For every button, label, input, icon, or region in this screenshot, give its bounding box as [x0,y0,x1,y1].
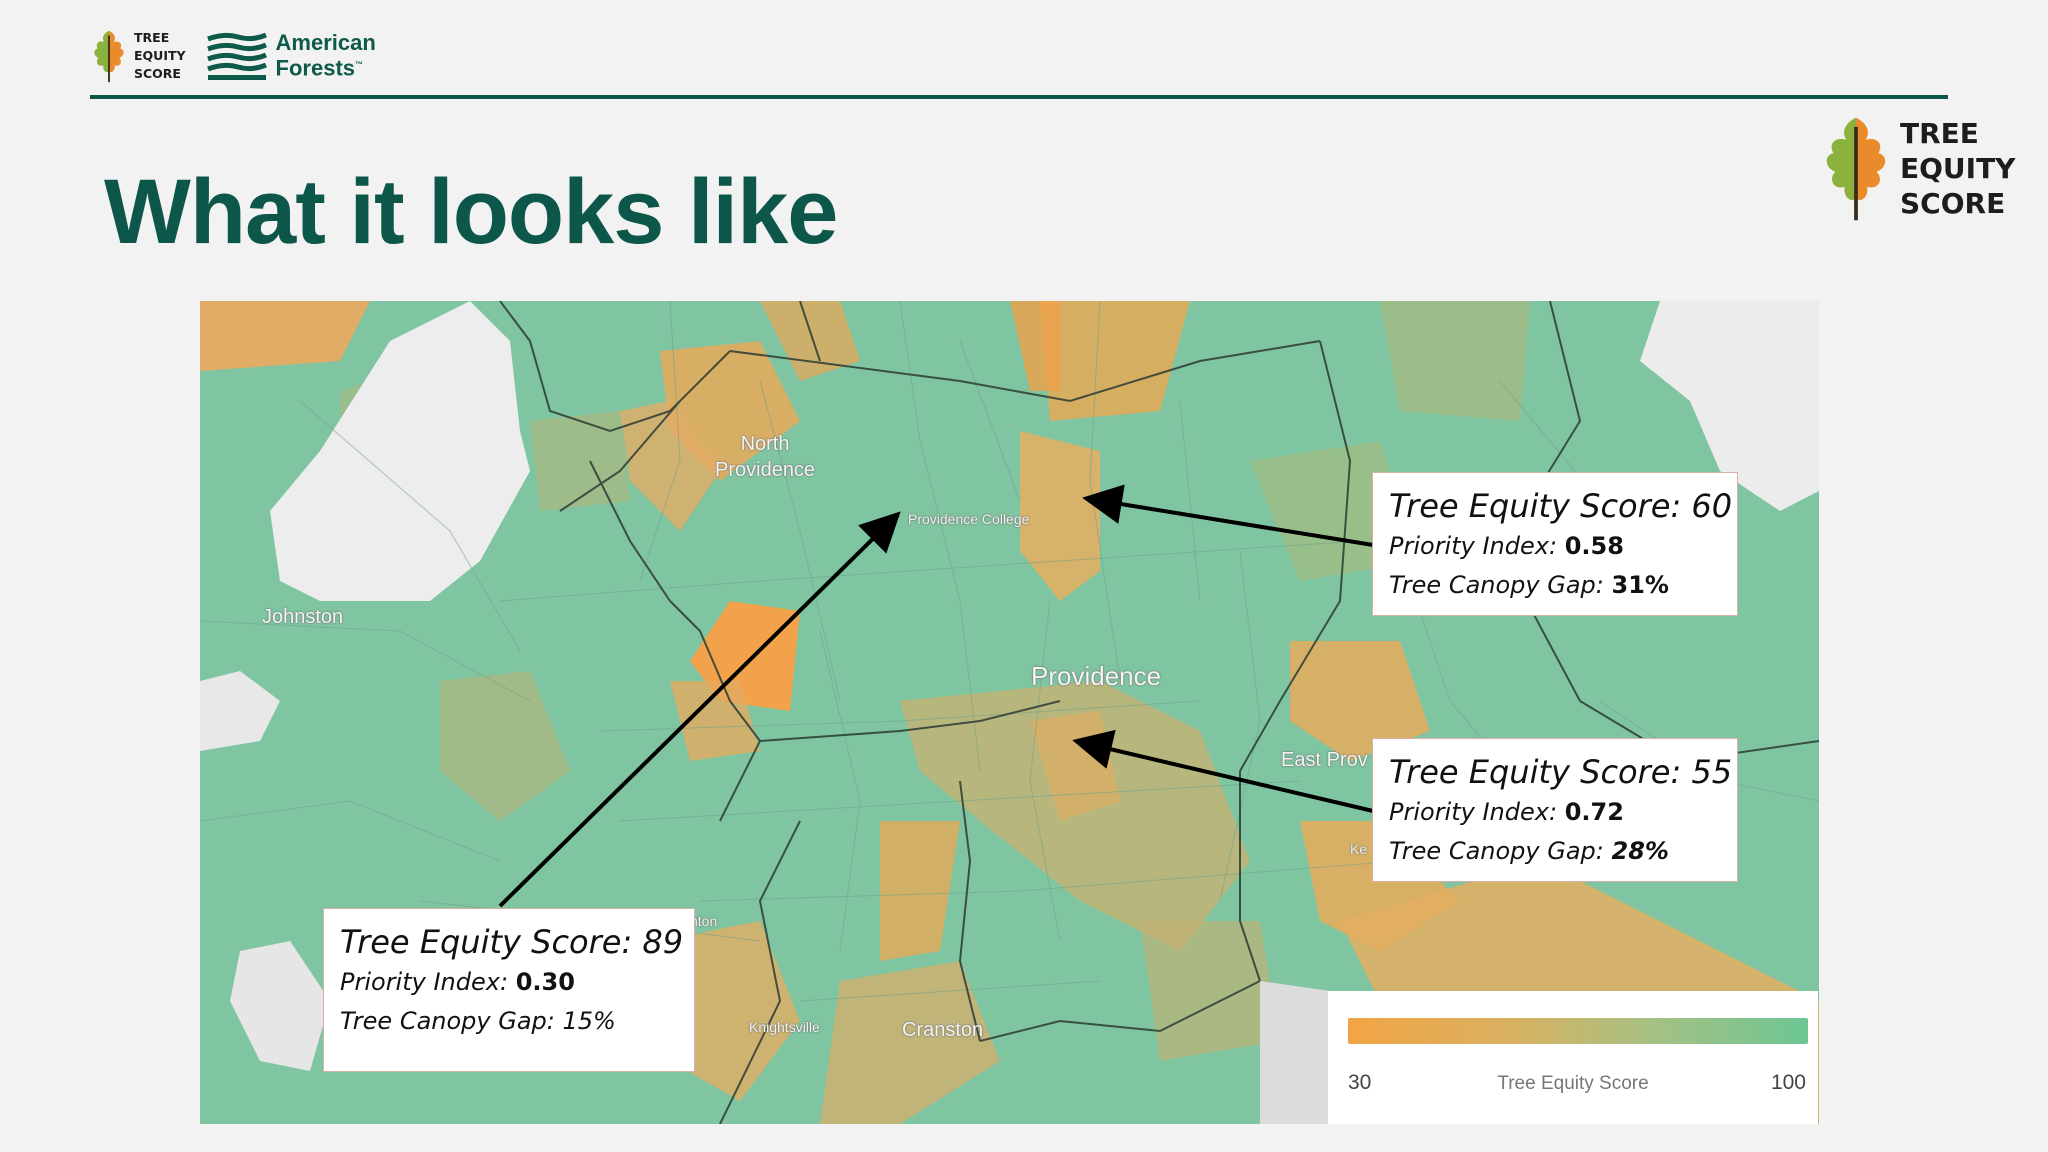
map-label-kent: Ke [1350,841,1368,857]
map-label-cranston: Cranston [902,1019,984,1041]
small-logo-line-1: TREE [134,30,170,45]
priority-label: Priority Index: [1389,798,1558,826]
legend-title: Tree Equity Score [1497,1073,1649,1094]
callout-priority-line: Priority Index: 0.58 [1389,527,1721,566]
score-value: 55 [1691,753,1733,791]
gap-label: Tree Canopy Gap: [340,1007,555,1035]
map-legend: 30 Tree Equity Score 100 [1328,991,1818,1124]
brand-line-1: American [275,30,376,56]
oak-leaf-icon [94,30,124,83]
callout-priority-line: Priority Index: 0.72 [1389,793,1721,832]
legend-gradient-bar [1348,1018,1808,1044]
score-value: 89 [642,923,684,961]
map-label-providence-suburb: Providence [715,459,816,481]
callout-gap-line: Tree Canopy Gap: 31% [1389,566,1721,605]
map-label-knightsville: Knightsville [749,1019,820,1035]
brand-trademark: ™ [355,60,364,70]
slide-title: What it looks like [104,161,838,263]
gap-value: 28% [1611,837,1669,865]
priority-label: Priority Index: [1389,532,1558,560]
gap-label: Tree Canopy Gap: [1389,571,1604,599]
tree-lines-icon [206,32,267,80]
gap-value: 15% [562,1007,616,1035]
large-logo-line-2: EQUITY [1900,151,2016,185]
map-label-providence: Providence [1031,661,1162,691]
callout-gap-line: Tree Canopy Gap: 28% [1389,832,1721,871]
priority-value: 0.30 [515,968,575,996]
header-logos: TREE EQUITY SCORE American Forests™ [90,24,376,88]
legend-max: 100 [1770,1071,1806,1094]
map-label-north-providence: North Providence [715,431,815,483]
callout-priority-line: Priority Index: 0.30 [340,963,678,1002]
callout-score-line: Tree Equity Score: 60 [1389,485,1732,527]
callout-score-line: Tree Equity Score: 55 [1389,751,1732,793]
priority-label: Priority Index: [340,968,509,996]
priority-value: 0.58 [1564,532,1624,560]
tree-equity-score-logo-small: TREE EQUITY SCORE [90,28,186,84]
american-forests-logo: American Forests™ [204,31,376,81]
header-divider [90,95,1948,99]
callout-score-60: Tree Equity Score: 60 Priority Index: 0.… [1372,472,1738,616]
small-logo-line-2: EQUITY [134,48,186,63]
priority-value: 0.72 [1564,798,1624,826]
large-logo-line-1: TREE [1900,116,1979,150]
large-logo-line-3: SCORE [1900,186,2006,220]
map-label-north: North [740,433,790,455]
map-label-johnston: Johnston [262,606,344,628]
score-label: Tree Equity Score: [1389,753,1682,791]
tree-equity-score-logo-large: TREE EQUITY SCORE [1818,112,2015,224]
callout-score-55: Tree Equity Score: 55 Priority Index: 0.… [1372,738,1738,882]
score-value: 60 [1691,487,1733,525]
callout-score-89: Tree Equity Score: 89 Priority Index: 0.… [323,908,695,1072]
callout-score-line: Tree Equity Score: 89 [340,921,683,963]
gap-label: Tree Canopy Gap: [1389,837,1604,865]
brand-line-2: Forests [275,55,356,81]
small-logo-line-3: SCORE [134,66,181,81]
map-label-providence-college: Providence College [908,511,1030,527]
map-label-east-providence: East Prov [1281,749,1368,771]
score-label: Tree Equity Score: [1389,487,1682,525]
gap-value: 31% [1611,571,1669,599]
score-label: Tree Equity Score: [340,923,633,961]
callout-gap-line: Tree Canopy Gap: 15% [340,1002,678,1041]
tree-equity-map[interactable]: North Providence Providence College John… [200,301,1819,1124]
oak-leaf-icon [1826,117,1886,221]
